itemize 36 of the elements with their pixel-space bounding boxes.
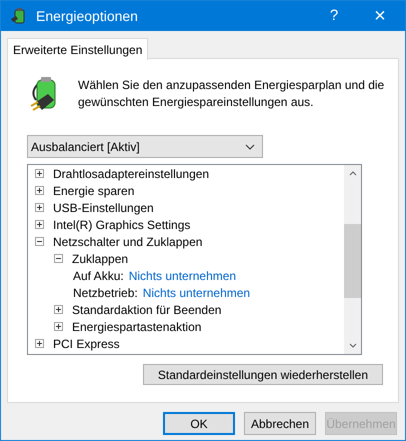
window-title: Energieoptionen	[36, 6, 139, 26]
scrollbar[interactable]	[344, 165, 361, 354]
tree-item[interactable]: Drahtlosadaptereinstellungen	[53, 165, 210, 182]
setting-label: Netzbetrieb:	[73, 284, 138, 302]
settings-tab[interactable]: Erweiterte Einstellungen	[7, 38, 148, 60]
chevron-down-icon	[245, 144, 255, 150]
collapse-icon[interactable]	[35, 237, 44, 246]
collapse-icon[interactable]	[54, 254, 63, 263]
help-button[interactable]: ?	[311, 1, 357, 31]
expand-icon[interactable]	[35, 186, 44, 195]
dialog-button[interactable]: Abbrechen	[244, 412, 316, 435]
tree-item[interactable]: Intel(R) Graphics Settings	[53, 216, 190, 234]
plan-dropdown[interactable]: Ausbalanciert [Aktiv]	[27, 135, 263, 158]
expand-icon[interactable]	[35, 339, 44, 348]
scroll-down-icon[interactable]	[348, 343, 356, 348]
close-button[interactable]: ×	[357, 1, 403, 31]
tree-item[interactable]: Zuklappen	[72, 250, 128, 268]
expand-icon[interactable]	[35, 203, 44, 212]
setting-value-link[interactable]: Nichts unternehmen	[128, 266, 236, 284]
setting-value-link[interactable]: Nichts unternehmen	[142, 284, 250, 302]
expand-icon[interactable]	[54, 322, 63, 331]
scroll-thumb[interactable]	[344, 224, 361, 298]
expand-icon[interactable]	[54, 305, 63, 314]
tree-item[interactable]: Energie sparen	[53, 182, 134, 200]
expand-icon[interactable]	[35, 220, 44, 229]
setting-label: Auf Akku:	[73, 268, 124, 284]
restore-defaults-button[interactable]: Standardeinstellungen wiederherstellen	[142, 364, 383, 385]
tree-item[interactable]: PCI Express	[53, 334, 120, 352]
tree-item[interactable]: Netzschalter und Zuklappen	[53, 232, 202, 250]
scroll-up-icon[interactable]	[348, 171, 356, 176]
dialog-button[interactable]: OK	[163, 412, 235, 435]
instruction-text: Wählen Sie den anzupassenden Energiesparplan und die gewünschten Energiespareinstellungen aus.	[78, 77, 386, 111]
expand-icon[interactable]	[35, 169, 44, 178]
tree-item[interactable]: USB-Einstellungen	[53, 198, 154, 216]
tree-item[interactable]: Standardaktion für Beenden	[72, 300, 222, 318]
tree-item[interactable]: Energiespartastenaktion	[72, 318, 202, 336]
